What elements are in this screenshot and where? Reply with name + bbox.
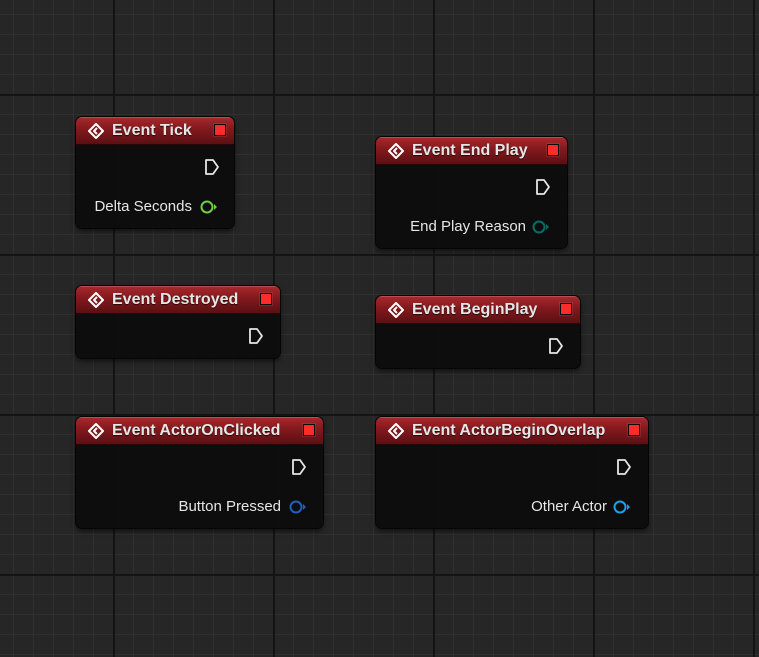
node-event-actor-begin-overlap[interactable]: Event ActorBeginOverlap Other Actor — [376, 417, 648, 528]
exec-output-pin-icon[interactable] — [204, 158, 220, 176]
node-title: Event ActorBeginOverlap — [412, 422, 606, 439]
delegate-output-pin-icon[interactable] — [560, 303, 572, 315]
pin-label-other-actor: Other Actor — [531, 498, 607, 515]
node-event-begin-play[interactable]: Event BeginPlay — [376, 296, 580, 368]
node-header[interactable]: Event BeginPlay — [376, 296, 580, 324]
delegate-output-pin-icon[interactable] — [214, 124, 226, 136]
exec-output-pin-icon[interactable] — [291, 458, 307, 476]
pin-label-button-pressed: Button Pressed — [178, 498, 281, 515]
event-diamond-icon — [88, 123, 104, 139]
node-header[interactable]: Event ActorOnClicked — [76, 417, 323, 445]
node-header[interactable]: Event ActorBeginOverlap — [376, 417, 648, 445]
exec-output-pin-icon[interactable] — [616, 458, 632, 476]
node-header[interactable]: Event End Play — [376, 137, 567, 165]
node-event-end-play[interactable]: Event End Play End Play Reason — [376, 137, 567, 248]
delegate-output-pin-icon[interactable] — [303, 424, 315, 436]
node-title: Event Tick — [112, 122, 192, 139]
delegate-output-pin-icon[interactable] — [260, 293, 272, 305]
event-diamond-icon — [88, 423, 104, 439]
pin-label-end-play-reason: End Play Reason — [410, 218, 526, 235]
event-diamond-icon — [388, 302, 404, 318]
enum-output-pin-icon[interactable] — [532, 220, 550, 234]
exec-output-pin-icon[interactable] — [548, 337, 564, 355]
exec-output-pin-icon[interactable] — [248, 327, 264, 345]
struct-output-pin-icon[interactable] — [289, 500, 307, 514]
delegate-output-pin-icon[interactable] — [628, 424, 640, 436]
delegate-output-pin-icon[interactable] — [547, 144, 559, 156]
node-header[interactable]: Event Destroyed — [76, 286, 280, 314]
object-output-pin-icon[interactable] — [613, 500, 631, 514]
node-header[interactable]: Event Tick — [76, 117, 234, 145]
float-output-pin-icon[interactable] — [200, 200, 218, 214]
pin-label-delta-seconds: Delta Seconds — [94, 198, 192, 215]
node-event-tick[interactable]: Event Tick Delta Seconds — [76, 117, 234, 228]
node-title: Event BeginPlay — [412, 301, 538, 318]
blueprint-graph-canvas[interactable]: Event Tick Delta Seconds Event End Play … — [0, 0, 759, 657]
event-diamond-icon — [388, 143, 404, 159]
node-title: Event End Play — [412, 142, 528, 159]
node-title: Event ActorOnClicked — [112, 422, 281, 439]
node-title: Event Destroyed — [112, 291, 239, 308]
event-diamond-icon — [88, 292, 104, 308]
node-event-actor-on-clicked[interactable]: Event ActorOnClicked Button Pressed — [76, 417, 323, 528]
node-event-destroyed[interactable]: Event Destroyed — [76, 286, 280, 358]
exec-output-pin-icon[interactable] — [535, 178, 551, 196]
event-diamond-icon — [388, 423, 404, 439]
